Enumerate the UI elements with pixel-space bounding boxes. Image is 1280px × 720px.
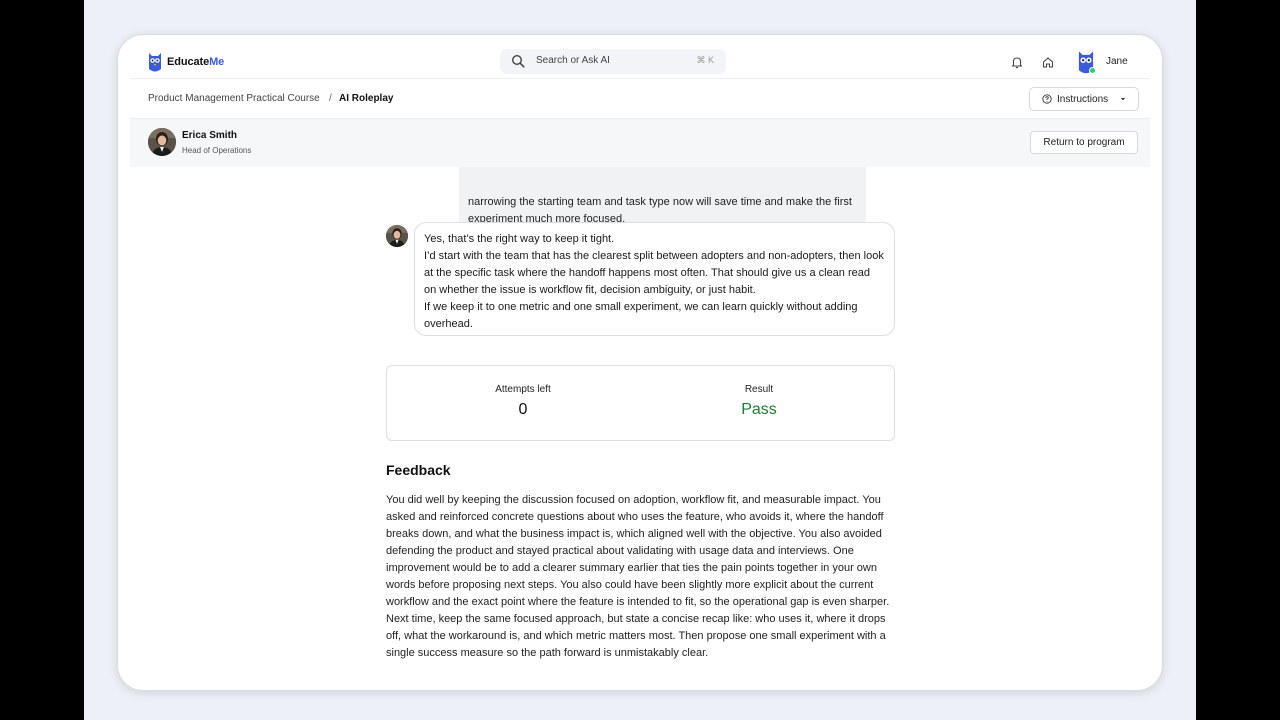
logo-text: EducateMe (167, 56, 225, 68)
persona-name: Erica Smith (182, 130, 238, 141)
educateme-logo[interactable]: EducateMe (148, 51, 224, 73)
persona-photo-icon (148, 128, 176, 156)
feedback-body: You did well by keeping the discussion f… (386, 494, 890, 659)
attempts-left-value: 0 (518, 401, 528, 418)
user-name[interactable]: Jane (1106, 56, 1128, 67)
owl-logo-icon (149, 53, 161, 72)
instructions-button[interactable]: Instructions (1029, 87, 1139, 111)
breadcrumb: Product Management Practical Course / AI… (130, 79, 1150, 119)
ai-message-line: Yes, that’s the right way to keep it tig… (424, 233, 615, 245)
feedback-title: Feedback (386, 462, 451, 478)
attempts-left-stat: Attempts left 0 (423, 384, 623, 419)
ai-message-bubble: Yes, that’s the right way to keep it tig… (414, 222, 895, 336)
home-icon[interactable] (1041, 55, 1055, 69)
result-value: Pass (741, 401, 777, 418)
browser-frame: EducateMe Search or Ask AI ⌘ K Jane Prod… (117, 34, 1163, 691)
online-status-dot (1089, 67, 1096, 74)
ai-message-line: If we keep it to one metric and one smal… (424, 301, 858, 330)
persona-bar: Erica Smith Head of Operations Return to… (130, 119, 1150, 167)
breadcrumb-separator: / (329, 93, 332, 104)
result-card: Attempts left 0 Result Pass (386, 365, 895, 441)
search-placeholder: Search or Ask AI (536, 55, 610, 66)
ai-avatar (386, 225, 408, 247)
search-bar[interactable]: Search or Ask AI ⌘ K (500, 49, 726, 74)
app-screen: EducateMe Search or Ask AI ⌘ K Jane Prod… (130, 45, 1150, 681)
return-to-program-button[interactable]: Return to program (1030, 131, 1138, 154)
persona-role: Head of Operations (182, 146, 252, 155)
top-navigation-bar: EducateMe Search or Ask AI ⌘ K Jane (130, 45, 1150, 79)
roleplay-content: narrowing the starting team and task typ… (130, 167, 1150, 681)
ai-photo-icon (386, 225, 408, 247)
ai-message-line: I’d start with the team that has the cle… (424, 250, 884, 296)
search-shortcut: ⌘ K (696, 55, 714, 65)
persona-avatar (148, 128, 176, 156)
breadcrumb-current: AI Roleplay (339, 93, 394, 104)
result-label: Result (744, 384, 774, 395)
help-circle-icon (1042, 94, 1052, 104)
attempts-left-label: Attempts left (495, 384, 551, 395)
instructions-label: Instructions (1057, 93, 1109, 105)
chevron-down-icon (1120, 98, 1126, 101)
result-stat: Result Pass (659, 384, 859, 419)
bell-icon[interactable] (1010, 55, 1024, 69)
search-icon (511, 54, 525, 68)
breadcrumb-course-link[interactable]: Product Management Practical Course (148, 93, 320, 104)
